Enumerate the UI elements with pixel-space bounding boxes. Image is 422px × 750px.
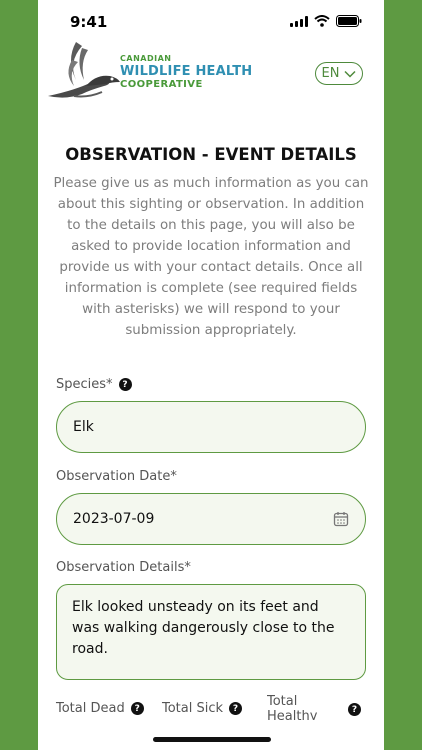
observation-date-input[interactable]: 2023-07-09 (56, 493, 366, 545)
page-title: OBSERVATION - EVENT DETAILS (65, 145, 357, 164)
observation-details-value: Elk looked unsteady on its feet and was … (72, 599, 335, 657)
total-sick-help-icon[interactable]: ? (229, 702, 243, 715)
status-icons (290, 15, 362, 27)
language-selector[interactable]: EN (315, 62, 363, 85)
signal-icon (290, 15, 308, 27)
status-bar: 9:41 (38, 0, 384, 44)
species-label-text: Species* (56, 377, 113, 392)
species-help-icon[interactable]: ? (118, 378, 132, 391)
total-healthy-label-line1: Total (267, 694, 298, 709)
observation-date-value: 2023-07-09 (73, 511, 155, 527)
language-label: EN (321, 66, 340, 81)
total-dead-label-text: Total Dead (56, 701, 125, 716)
home-indicator[interactable] (153, 737, 271, 742)
chevron-down-icon (344, 70, 356, 78)
battery-icon (336, 15, 362, 27)
logo-text-canadian: CANADIAN (120, 54, 172, 63)
total-dead-label: Total Dead ? (56, 701, 144, 716)
total-dead-help-icon[interactable]: ? (130, 702, 144, 715)
total-sick-label: Total Sick ? (162, 701, 243, 716)
total-healthy-help-icon[interactable]: ? (348, 703, 361, 716)
species-label: Species* ? (56, 377, 132, 392)
total-healthy-label-line2: Healthy (267, 709, 318, 720)
observation-date-label: Observation Date* (56, 469, 177, 484)
total-sick-label-text: Total Sick (162, 701, 224, 716)
logo-text-cooperative: COOPERATIVE (120, 79, 203, 90)
observation-details-textarea[interactable]: Elk looked unsteady on its feet and was … (56, 584, 366, 680)
wifi-icon (314, 15, 330, 27)
observation-date-label-text: Observation Date* (56, 469, 177, 484)
observation-details-label-text: Observation Details* (56, 560, 191, 575)
status-time: 9:41 (70, 13, 108, 31)
observation-details-label: Observation Details* (56, 560, 191, 575)
species-value: Elk (73, 419, 94, 435)
bird-logo-icon (48, 42, 120, 98)
logo-text-wildlife-health: WILDLIFE HEALTH (120, 64, 253, 79)
calendar-icon[interactable] (333, 511, 349, 527)
app-screen: 9:41 CANADIAN WILDLIFE HEALTH COOPERATIV… (38, 0, 384, 750)
page-intro: Please give us as much information as yo… (53, 176, 369, 338)
total-healthy-label: Total Healthy (267, 694, 323, 720)
species-input[interactable]: Elk (56, 401, 366, 453)
count-fields-row: Total Dead ? Total Sick ? Total Healthy … (56, 694, 366, 724)
